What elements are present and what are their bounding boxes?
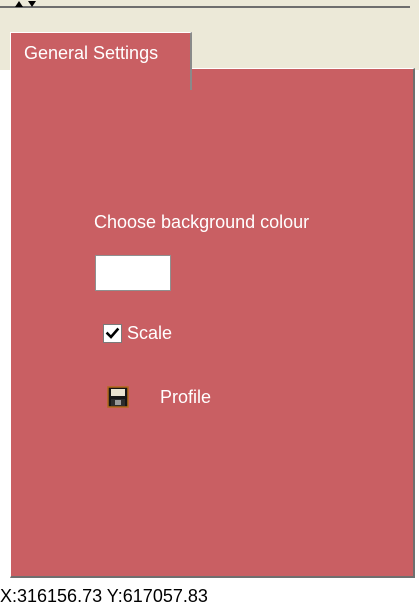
general-settings-panel: Choose background colour Scale Profile <box>10 68 415 578</box>
up-arrow-icon[interactable] <box>14 0 24 8</box>
tab-label: General Settings <box>24 43 159 63</box>
profile-option[interactable]: Profile <box>107 385 211 409</box>
floppy-disk-icon[interactable] <box>107 386 129 408</box>
scale-checkbox[interactable] <box>103 323 122 343</box>
background-colour-label: Choose background colour <box>94 212 310 232</box>
tab-strip: General Settings <box>0 20 419 90</box>
header-divider <box>0 6 410 8</box>
profile-label: Profile <box>160 386 212 407</box>
tab-general-settings[interactable]: General Settings <box>10 32 192 90</box>
coordinate-readout: X:316156.73 Y:617057.83 <box>0 586 208 606</box>
collapse-controls[interactable] <box>14 0 37 14</box>
background-colour-swatch[interactable] <box>95 255 171 291</box>
panel-header-strip <box>0 0 419 20</box>
status-bar: X:316156.73 Y:617057.83 <box>0 580 419 607</box>
scale-label: Scale <box>127 322 173 343</box>
scale-option[interactable]: Scale <box>103 322 172 344</box>
checkmark-icon <box>105 327 120 339</box>
down-arrow-icon[interactable] <box>27 0 37 8</box>
